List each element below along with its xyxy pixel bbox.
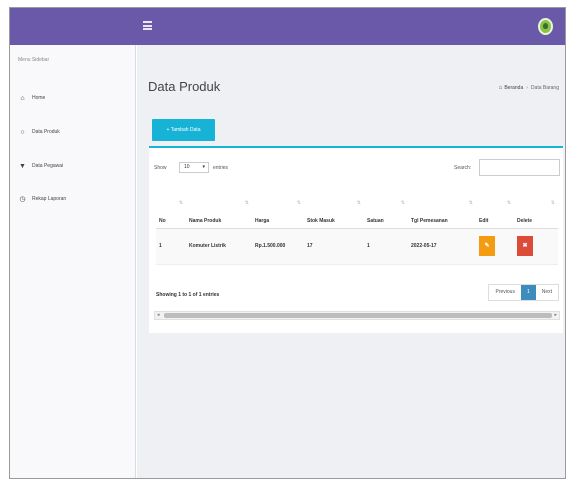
column-header-edit[interactable]: Edit ⇅	[476, 196, 514, 229]
sidebar-item-label: Data Pegawai	[32, 163, 64, 169]
cell-no: 1	[156, 228, 186, 265]
sidebar: Menu Sidebar ⌂ Home ○ Data Produk ▼ Data…	[10, 45, 136, 478]
cell-tgl-pemesanan: 2022-05-17	[408, 228, 476, 265]
cell-satuan: 1	[364, 228, 408, 265]
sort-icon: ⇅	[356, 200, 361, 206]
column-header-delete[interactable]: Delete ⇅	[514, 196, 558, 229]
column-header-satuan[interactable]: Satuan ⇅	[364, 196, 408, 229]
search-label: Search:	[454, 165, 472, 171]
horizontal-scrollbar[interactable]: ◂ ▸	[154, 311, 560, 320]
sidebar-item-label: Home	[32, 95, 46, 101]
data-panel: Show 10 ▾ entries Search: No ⇅ Nama Produ…	[149, 146, 563, 333]
page-title: Data Produk	[148, 79, 221, 94]
products-table: No ⇅ Nama Produk ⇅ Harga ⇅ Stok Masuk ⇅ Satu…	[156, 196, 558, 265]
breadcrumb-separator: ›	[526, 85, 528, 91]
edit-button[interactable]: ✎	[479, 236, 495, 256]
sidebar-item-rekap-laporan[interactable]: ◷ Rekap Laporan	[19, 193, 66, 205]
search-input[interactable]	[479, 159, 560, 176]
table-row: 1 Komuter Listrik Rp.1.500.000 17 1 2022…	[156, 228, 558, 265]
sort-icon: ⇅	[506, 200, 511, 206]
pagination: Previous 1 Next	[488, 284, 559, 301]
sort-icon: ⇅	[468, 200, 473, 206]
breadcrumb: ⌂ Beranda › Data Barang	[499, 85, 559, 91]
cell-nama-produk: Komuter Listrik	[186, 228, 252, 265]
sidebar-header: Menu Sidebar	[18, 57, 50, 63]
showing-info: Showing 1 to 1 of 1 entries	[156, 292, 220, 298]
sort-icon: ⇅	[178, 200, 183, 206]
chevron-down-icon: ▾	[202, 164, 205, 170]
sidebar-item-label: Data Produk	[32, 129, 60, 135]
home-icon: ⌂	[20, 94, 25, 102]
circle-icon: ○	[20, 128, 25, 136]
sort-icon: ⇅	[550, 200, 555, 206]
cell-harga: Rp.1.500.000	[252, 228, 304, 265]
sort-icon: ⇅	[244, 200, 249, 206]
sidebar-item-label: Rekap Laporan	[32, 196, 67, 202]
previous-button[interactable]: Previous	[489, 285, 521, 300]
cell-delete: ✖	[514, 228, 558, 265]
scroll-right-icon[interactable]: ▸	[554, 312, 557, 319]
entries-select-value: 10	[184, 164, 190, 170]
top-navbar	[10, 8, 565, 45]
hamburger-menu-icon[interactable]	[143, 21, 152, 30]
scrollbar-thumb[interactable]	[164, 313, 552, 318]
entries-label: entries	[213, 165, 229, 171]
delete-button[interactable]: ✖	[517, 236, 533, 256]
sidebar-item-home[interactable]: ⌂ Home	[19, 92, 45, 104]
clock-icon: ◷	[19, 195, 26, 203]
sidebar-item-data-pegawai[interactable]: ▼ Data Pegawai	[19, 160, 63, 172]
column-header-tgl-pemesanan[interactable]: Tgl Pemesanan ⇅	[408, 196, 476, 229]
sort-icon: ⇅	[296, 200, 301, 206]
add-data-button[interactable]: + Tambah Data	[152, 119, 215, 141]
breadcrumb-home-link[interactable]: Beranda	[504, 85, 523, 91]
column-header-nama-produk[interactable]: Nama Produk ⇅	[186, 196, 252, 229]
pencil-icon: ✎	[484, 243, 490, 249]
main-content: Data Produk ⌂ Beranda › Data Barang + Ta…	[137, 45, 565, 478]
app-window: Menu Sidebar ⌂ Home ○ Data Produk ▼ Data…	[9, 7, 566, 479]
column-header-no[interactable]: No ⇅	[156, 196, 186, 229]
sort-icon: ⇅	[400, 200, 405, 206]
column-header-harga[interactable]: Harga ⇅	[252, 196, 304, 229]
cell-edit: ✎	[476, 228, 514, 265]
breadcrumb-current: Data Barang	[530, 85, 559, 91]
cell-stok-masuk: 17	[304, 228, 364, 265]
bookmark-icon: ▼	[19, 162, 26, 170]
next-button[interactable]: Next	[535, 285, 558, 300]
table-header-row: No ⇅ Nama Produk ⇅ Harga ⇅ Stok Masuk ⇅ Satu…	[156, 196, 558, 229]
page-1-button[interactable]: 1	[520, 285, 536, 300]
user-avatar[interactable]	[538, 18, 553, 35]
trash-icon: ✖	[522, 243, 528, 249]
show-label: Show	[154, 165, 167, 171]
sidebar-item-data-produk[interactable]: ○ Data Produk	[19, 126, 60, 138]
scroll-left-icon[interactable]: ◂	[157, 312, 160, 319]
column-header-stok-masuk[interactable]: Stok Masuk ⇅	[304, 196, 364, 229]
home-icon: ⌂	[498, 85, 503, 91]
entries-select[interactable]: 10 ▾	[179, 162, 209, 173]
